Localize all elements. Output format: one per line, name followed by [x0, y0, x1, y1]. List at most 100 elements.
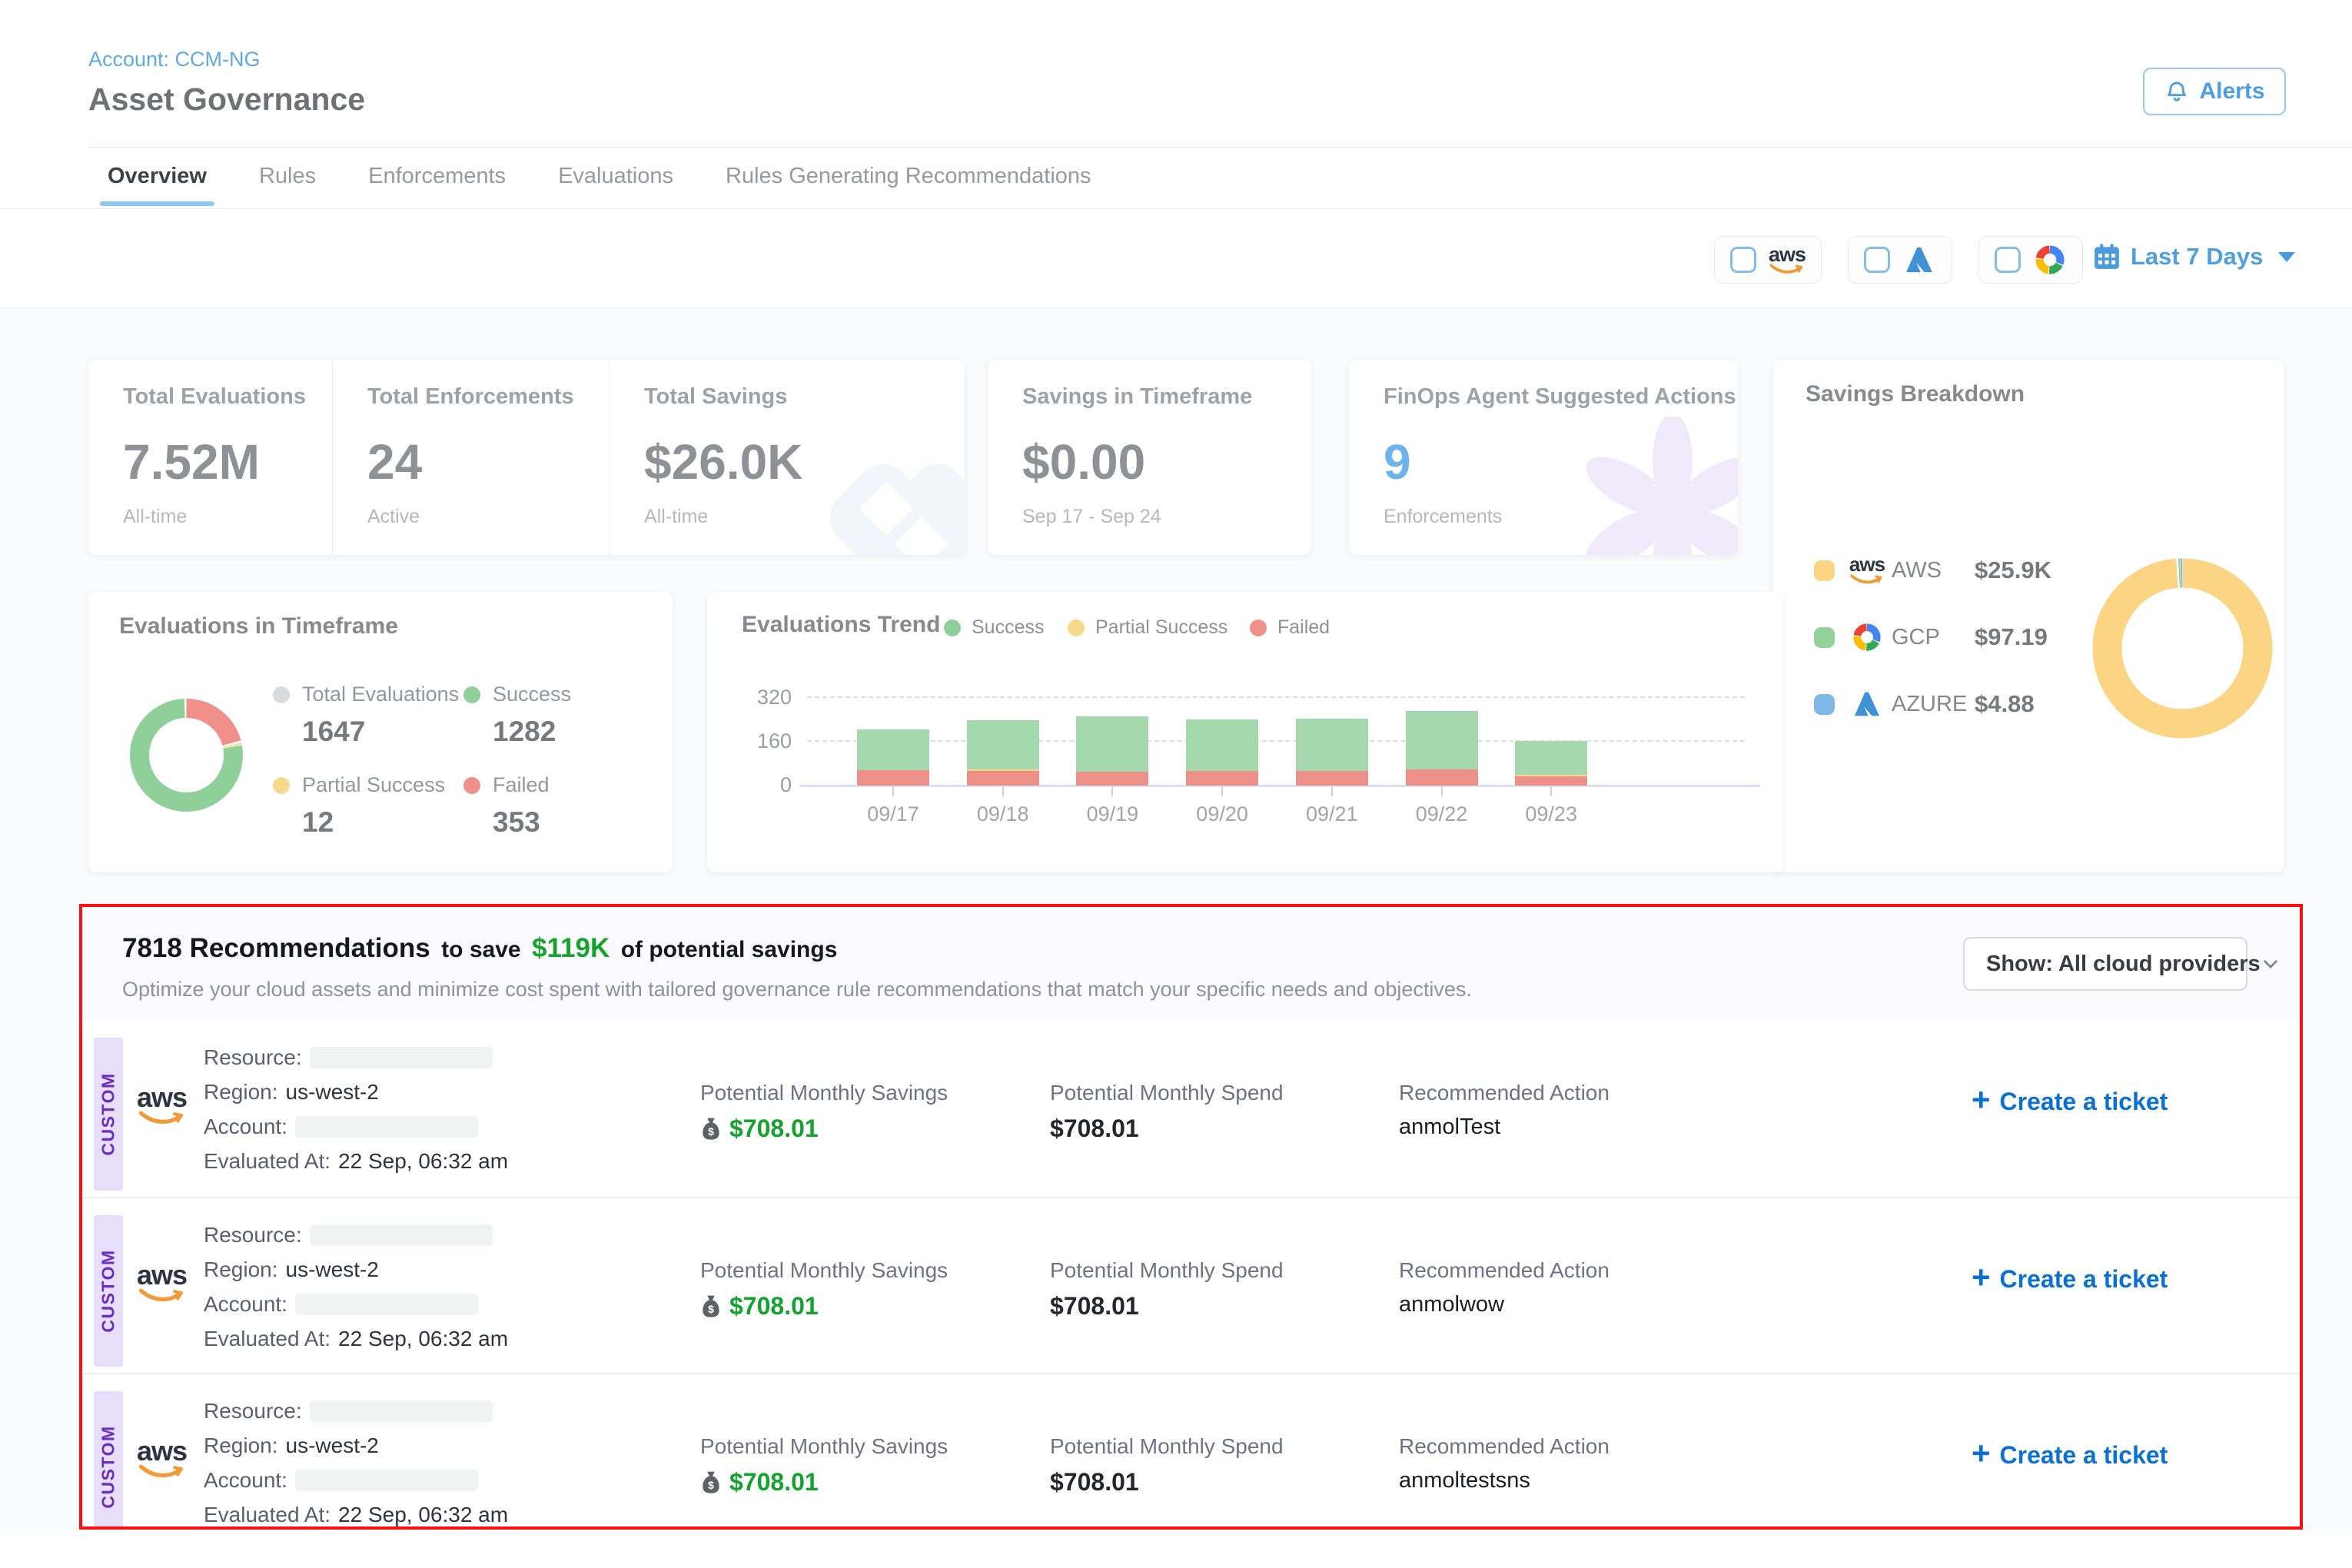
- create-ticket-label: Create a ticket: [2000, 1441, 2168, 1470]
- dropdown-selected-value: Show: All cloud providers: [1986, 952, 2261, 977]
- caret-down-icon: [2278, 252, 2295, 262]
- tab-evaluations[interactable]: Evaluations: [550, 164, 681, 206]
- gcp-checkbox[interactable]: [1995, 247, 2021, 273]
- bar-segment-success: [1076, 716, 1148, 772]
- legend-color-swatch: [1814, 627, 1835, 648]
- column-header: Potential Monthly Savings: [700, 1434, 948, 1459]
- create-ticket-button[interactable]: + Create a ticket: [1972, 1440, 2168, 1470]
- tab-rules-generating-recommendations[interactable]: Rules Generating Recommendations: [718, 164, 1099, 206]
- gcp-logo-icon: [1851, 621, 1883, 653]
- column-header: Recommended Action: [1399, 1258, 1610, 1283]
- bar-segment-failed: [1296, 771, 1368, 786]
- redacted-resource-value: [310, 1047, 493, 1068]
- redacted-account-value: [295, 1470, 478, 1491]
- stat-label: FinOps Agent Suggested Actions: [1384, 384, 1736, 410]
- tab-rules[interactable]: Rules: [251, 164, 324, 206]
- recommendations-panel-highlight: 7818 Recommendations to save $119K of po…: [79, 904, 2303, 1530]
- bar-segment-failed: [857, 770, 929, 786]
- recommendation-row-3: CUSTOMawsResource:Region:us-west-2Accoun…: [82, 1373, 2300, 1530]
- recommendation-row-2: CUSTOMawsResource:Region:us-west-2Accoun…: [82, 1197, 2300, 1373]
- gridline-160: [807, 740, 1745, 742]
- tab-overview[interactable]: Overview: [100, 164, 214, 206]
- create-ticket-button[interactable]: +Create a ticket: [1972, 1087, 2168, 1116]
- action-value: anmoltestsns: [1399, 1468, 1530, 1493]
- bar-09-21: [1296, 719, 1368, 786]
- evaluations-in-timeframe-card: Evaluations in Timeframe Total Evaluatio…: [88, 592, 673, 872]
- resource-label: Resource:: [204, 1045, 302, 1070]
- savings-breakdown-donut-chart: [2092, 558, 2273, 739]
- svg-text:$: $: [708, 1125, 714, 1138]
- savings-breakdown-card: Savings Breakdown awsAWS$25.9KGCP$97.19A…: [1773, 360, 2284, 872]
- aws-logo-icon: aws: [1769, 245, 1806, 275]
- legend-label: Partial Success: [1095, 616, 1227, 639]
- account-label: Account:: [204, 1115, 287, 1139]
- bar-segment-failed: [1186, 771, 1258, 786]
- create-ticket-button[interactable]: +Create a ticket: [1972, 1264, 2168, 1294]
- bar-09-19: [1076, 716, 1148, 786]
- azure-checkbox[interactable]: [1864, 247, 1890, 273]
- provider-filter-aws[interactable]: aws: [1714, 236, 1822, 284]
- bar-segment-failed: [1406, 769, 1478, 786]
- stat-value: 7.52M: [123, 434, 260, 490]
- column-header: Potential Monthly Spend: [1050, 1081, 1284, 1105]
- x-axis-tick-label: 09/17: [839, 802, 947, 826]
- y-axis-tick-label: 320: [726, 686, 792, 709]
- account-breadcrumb[interactable]: Account: CCM-NG: [88, 48, 261, 71]
- provider-savings-amount: $97.19: [1975, 623, 2048, 651]
- alerts-button[interactable]: Alerts: [2143, 68, 2286, 115]
- provider-name: GCP: [1892, 625, 1975, 650]
- provider-savings-amount: $4.88: [1975, 690, 2035, 718]
- date-range-filter[interactable]: Last 7 Days: [2092, 242, 2295, 271]
- bar-segment-success: [1296, 719, 1368, 771]
- plus-icon: +: [1972, 1261, 1991, 1294]
- provider-filter-gcp[interactable]: [1978, 236, 2083, 284]
- x-axis-tick-label: 09/19: [1058, 802, 1166, 826]
- bar-segment-success: [1186, 719, 1258, 771]
- card-title: Evaluations Trend: [742, 612, 940, 638]
- y-axis-tick-label: 0: [726, 773, 792, 797]
- recommendations-list: CUSTOM aws Resource: Region: us-west-2 Accoun…: [82, 1021, 2300, 1530]
- trend-legend-failed: Failed: [1250, 616, 1330, 639]
- stat-caption: Active: [367, 506, 420, 528]
- evaluated-at-label: Evaluated At:: [204, 1149, 331, 1174]
- stat-caption: All-time: [644, 506, 708, 528]
- plus-icon: +: [1972, 1437, 1991, 1470]
- redacted-resource-value: [310, 1224, 493, 1246]
- bar-segment-success: [857, 729, 929, 770]
- x-axis-tick: [1002, 787, 1004, 796]
- x-axis-tick: [1331, 787, 1333, 796]
- tab-bar: Overview Rules Enforcements Evaluations Rule…: [100, 160, 1099, 206]
- provider-filters: aws: [1714, 236, 2083, 284]
- bar-09-22: [1406, 711, 1478, 786]
- legend-value: 1282: [493, 716, 571, 748]
- bar-segment-success: [1406, 711, 1478, 769]
- region-label: Region:: [204, 1257, 278, 1282]
- aws-logo-icon: aws: [137, 1439, 187, 1479]
- evaluated-at-label: Evaluated At:: [204, 1503, 331, 1527]
- custom-rule-badge: CUSTOM: [94, 1215, 123, 1367]
- stat-label: Total Savings: [644, 384, 787, 410]
- bar-segment-success: [1515, 741, 1587, 775]
- cloud-provider-filter-dropdown[interactable]: Show: All cloud providers: [1963, 937, 2247, 991]
- legend-dot: [463, 686, 480, 703]
- stat-value: 24: [367, 434, 422, 490]
- flower-watermark: [1573, 417, 1738, 555]
- svg-text:$: $: [708, 1303, 714, 1315]
- money-bag-icon: $: [700, 1470, 722, 1494]
- plus-icon: +: [1972, 1084, 1991, 1116]
- region-label: Region:: [204, 1433, 278, 1458]
- stats-summary-card: Total Evaluations 7.52M All-time Total E…: [88, 360, 965, 555]
- provider-filter-azure[interactable]: [1848, 236, 1952, 284]
- region-value: us-west-2: [286, 1080, 379, 1105]
- evaluated-at-value: 22 Sep, 06:32 am: [338, 1149, 508, 1174]
- legend-label: Success: [972, 616, 1044, 639]
- recommendation-row-1: CUSTOMawsResource:Region:us-west-2Accoun…: [82, 1021, 2300, 1197]
- trend-legend-success: Success: [944, 616, 1044, 639]
- tab-enforcements[interactable]: Enforcements: [360, 164, 513, 206]
- x-axis-tick: [892, 787, 894, 796]
- x-axis-line: [799, 785, 1760, 787]
- gridline-320: [807, 696, 1745, 698]
- aws-checkbox[interactable]: [1730, 247, 1756, 273]
- stat-value: $26.0K: [644, 434, 802, 490]
- money-bag-icon: $: [700, 1117, 722, 1141]
